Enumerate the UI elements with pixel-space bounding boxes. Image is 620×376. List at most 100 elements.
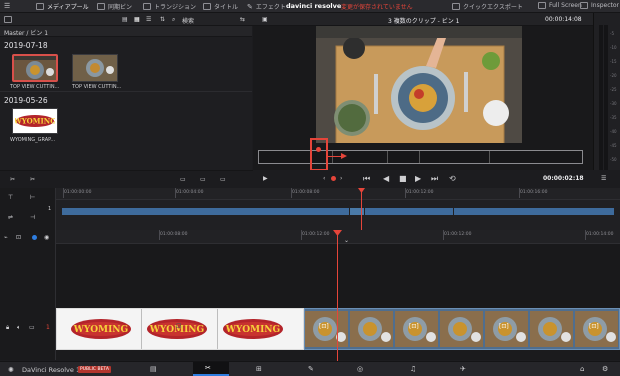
- blade-icon[interactable]: ✂: [30, 176, 35, 183]
- transition-marker-icon[interactable]: ⊡: [176, 322, 182, 330]
- clip-label-3: WYOMING_GRAP...: [10, 137, 56, 143]
- svg-text:WYOMING: WYOMING: [225, 325, 280, 335]
- media-toolbar: ✂ ✂ ▭ ▭ ▭: [0, 170, 253, 188]
- overview-clip[interactable]: [454, 208, 614, 215]
- inspector-button[interactable]: Inspector: [580, 2, 619, 9]
- edit-tools-icon[interactable]: ⊤: [8, 194, 13, 201]
- detail-track-header: ⌁ ⊡ ◉ 🔒︎ 🔈︎ ▭ 1: [0, 230, 56, 360]
- food-clips[interactable]: [⊡] [⊡] [⊡] [⊡]: [304, 308, 620, 350]
- track-audio-icon[interactable]: 🔈︎: [17, 324, 21, 332]
- audio-wave-icon[interactable]: ⌁: [4, 234, 8, 241]
- menu-icon[interactable]: ☰: [4, 2, 10, 10]
- settings-gear-icon[interactable]: ⚙: [602, 365, 608, 373]
- transition-marker-icon[interactable]: [⊡]: [319, 323, 329, 330]
- fusion-page-icon[interactable]: ✎: [308, 365, 314, 373]
- list-view-icon[interactable]: ▤: [122, 16, 128, 23]
- loop-icon[interactable]: ⟲: [449, 174, 456, 183]
- beta-badge: PUBLIC BETA: [78, 366, 111, 373]
- transitions-tab[interactable]: トランジション: [143, 2, 196, 11]
- effects-tab[interactable]: ✎ エフェクト: [247, 2, 286, 12]
- audio-meters: -5 -10 -15 -20 -25 -30 -35 -40 -45 -50: [593, 13, 620, 174]
- stop-icon[interactable]: ■: [399, 174, 407, 183]
- titles-tab[interactable]: タイトル: [203, 2, 238, 11]
- clip-label-2: TOP VIEW CUTTIN...: [72, 84, 122, 90]
- detail-timeline: ⌁ ⊡ ◉ 🔒︎ 🔈︎ ▭ 1 01:00:08:00 01:00:12:00 01…: [0, 230, 620, 360]
- search-field[interactable]: 検索: [182, 16, 194, 25]
- media-pool-icon: [36, 3, 44, 10]
- overview-playhead[interactable]: [361, 188, 362, 230]
- viewer-layout-icon[interactable]: ▣: [262, 16, 268, 23]
- grid-view-icon[interactable]: ▦: [134, 16, 140, 23]
- transition-marker-icon[interactable]: [⊡]: [499, 323, 509, 330]
- deliver-page-icon[interactable]: ✈: [460, 365, 466, 373]
- full-screen-button[interactable]: Full Screen: [538, 2, 582, 9]
- fairlight-page-icon[interactable]: ♫: [410, 365, 416, 373]
- search-icon[interactable]: ⌕: [172, 16, 175, 24]
- overview-clip[interactable]: [62, 208, 349, 215]
- track-color-dot[interactable]: [32, 235, 37, 240]
- edit-page-icon[interactable]: ⊞: [256, 365, 262, 373]
- breadcrumb: Master / ビン 1: [0, 26, 252, 37]
- wyoming-clip[interactable]: WYOMING WYOMING WYOMING ⊡: [56, 308, 304, 350]
- effects-icon: ✎: [247, 2, 253, 11]
- breadcrumb-label[interactable]: Master / ビン 1: [4, 28, 48, 37]
- transition-marker-icon[interactable]: [⊡]: [409, 323, 419, 330]
- link-icon[interactable]: ⇌: [8, 214, 13, 221]
- meter-tick-label: -40: [610, 129, 617, 134]
- clip-thumbnail-2[interactable]: [72, 54, 118, 82]
- page-nav-bar: ✺ DaVinci Resolve 17 PUBLIC BETA ▤ ✂ ⊞ ✎…: [0, 361, 620, 376]
- scrubber-divider: [332, 151, 333, 163]
- go-to-end-icon[interactable]: ⏭: [431, 174, 438, 184]
- color-page-icon[interactable]: ◎: [357, 365, 363, 373]
- detail-view-icon[interactable]: ☰: [146, 16, 151, 23]
- meter-bar-left: [599, 25, 603, 170]
- chevron-down-icon[interactable]: ⌄: [344, 237, 349, 244]
- cut-tool-icon[interactable]: ✂: [10, 176, 15, 183]
- insert-icon[interactable]: ▭: [180, 176, 186, 183]
- lock-icon[interactable]: ⊡: [16, 234, 21, 241]
- play-icon[interactable]: ▶: [415, 174, 421, 183]
- clip-thumbnail-3[interactable]: WYOMING: [12, 108, 58, 134]
- app-name: DaVinci Resolve 17: [22, 366, 85, 374]
- marker-dot-icon[interactable]: [331, 176, 336, 181]
- ruler-tick: [443, 230, 444, 240]
- viewer-scrubber[interactable]: [258, 150, 583, 164]
- svg-text:WYOMING: WYOMING: [73, 325, 128, 335]
- empty-track-area: [56, 244, 620, 308]
- ruler-tick: [519, 188, 520, 198]
- viewer-timecode: 00:00:14:08: [545, 16, 582, 23]
- sync-bin-tab[interactable]: 同期ビン: [97, 2, 132, 11]
- quick-export-button[interactable]: クイックエクスポート: [452, 2, 523, 11]
- scrubber-playhead[interactable]: [316, 147, 321, 152]
- ruler-label: 01:00:00:00: [64, 190, 92, 195]
- sort-icon[interactable]: ⇅: [160, 16, 165, 23]
- media-page-icon[interactable]: ▤: [150, 365, 157, 373]
- transition-marker-icon[interactable]: [⊡]: [589, 323, 599, 330]
- prev-clip-icon[interactable]: ‹: [323, 175, 325, 182]
- overview-ruler[interactable]: 01:00:00:00 01:00:04:00 01:00:08:00 01:00:1…: [56, 188, 620, 200]
- track-video-icon[interactable]: ▭: [29, 324, 35, 331]
- options-icon[interactable]: ⇆: [240, 16, 245, 23]
- ruler-tick: [405, 188, 406, 198]
- playback-options-icon[interactable]: ▶: [263, 175, 268, 182]
- play-reverse-icon[interactable]: ◀: [383, 174, 389, 183]
- home-icon[interactable]: ⌂: [580, 365, 584, 373]
- panel-toggle-icon[interactable]: [4, 16, 12, 23]
- go-to-start-icon[interactable]: ⏮: [363, 174, 370, 184]
- group-date: 2019-05-26: [4, 96, 48, 105]
- next-clip-icon[interactable]: ›: [340, 175, 342, 182]
- trim-tools-icon[interactable]: ⊢: [30, 194, 35, 201]
- detail-playhead[interactable]: [337, 230, 338, 361]
- overview-clip[interactable]: [365, 208, 453, 215]
- track-lock-icon[interactable]: 🔒︎: [6, 324, 9, 332]
- ruler-label: 01:00:08:00: [292, 190, 320, 195]
- fx-icon[interactable]: ◉: [44, 234, 49, 241]
- snap-icon[interactable]: ⊣: [30, 214, 35, 221]
- playhead-highlight: [310, 138, 328, 171]
- replace-icon[interactable]: ▭: [220, 176, 226, 183]
- transport-menu-icon[interactable]: ☰: [601, 175, 606, 182]
- media-pool-tab[interactable]: メディアプール: [36, 2, 89, 11]
- overwrite-icon[interactable]: ▭: [200, 176, 206, 183]
- clip-thumbnail-1[interactable]: [12, 54, 58, 82]
- cut-page-tab[interactable]: ✂: [193, 362, 229, 376]
